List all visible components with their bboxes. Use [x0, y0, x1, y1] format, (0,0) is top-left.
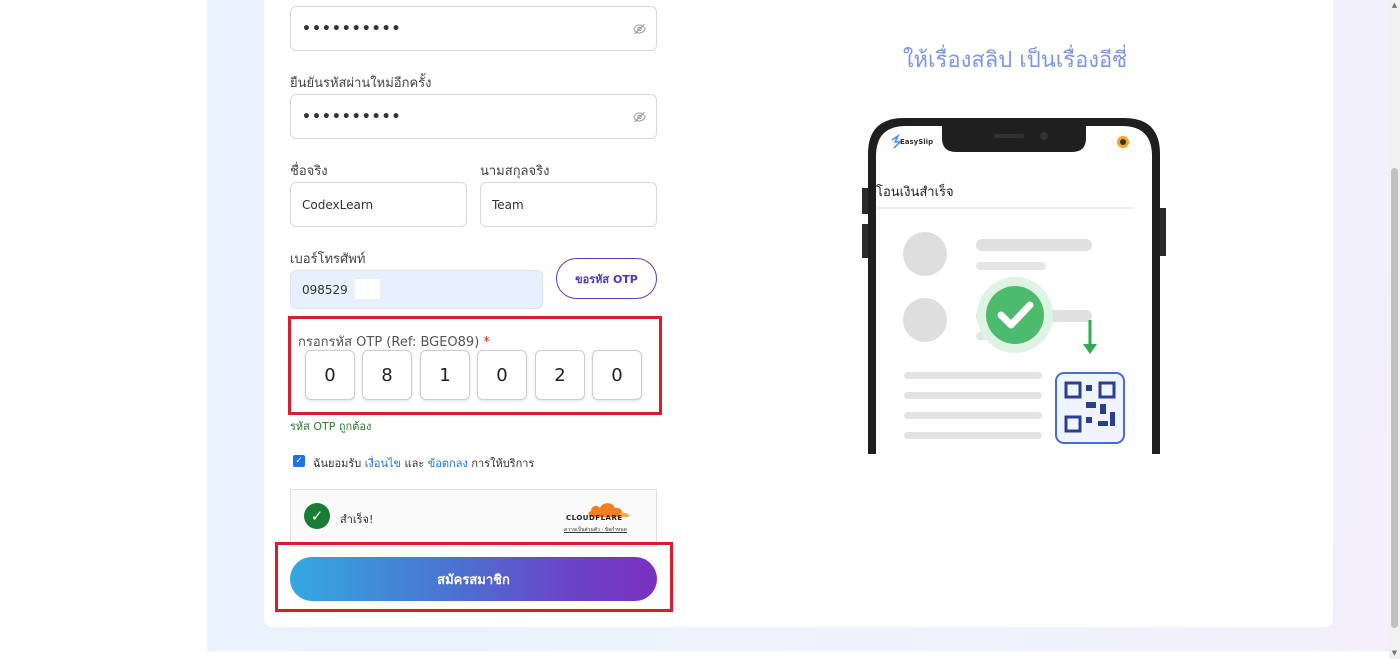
terms-link[interactable]: เงื่อนไข: [365, 457, 401, 470]
captcha-links: ความเป็นส่วนตัว · ข้อกำหนด: [564, 527, 627, 533]
page-scrollbar[interactable]: ▲ ▼: [1389, 0, 1400, 659]
confirm-password-label: ยืนยันรหัสผ่านใหม่อีกครั้ง: [290, 76, 432, 91]
last-name-field[interactable]: Team: [480, 182, 657, 227]
otp-digit-4[interactable]: 0: [477, 350, 527, 400]
page-gutter: [0, 0, 207, 659]
last-name-label: นามสกุลจริง: [480, 164, 550, 179]
eye-off-icon[interactable]: [633, 110, 646, 123]
terms-link-captcha[interactable]: ข้อกำหนด: [605, 527, 627, 533]
eye-off-icon[interactable]: [633, 22, 646, 35]
request-otp-button[interactable]: ขอรหัส OTP: [556, 258, 657, 299]
cloudflare-wordmark: CLOUDFLARE: [566, 514, 623, 522]
scroll-up-arrow-icon[interactable]: ▲: [1390, 1, 1399, 10]
password-field[interactable]: ••••••••••: [290, 6, 657, 51]
phone-illustration: [862, 118, 1166, 454]
phone-redaction: [355, 279, 380, 299]
first-name-label: ชื่อจริง: [290, 164, 328, 179]
register-button[interactable]: สมัครสมาชิก: [290, 557, 657, 601]
otp-label: กรอกรหัส OTP (Ref: BGEO89) *: [298, 335, 490, 350]
confirm-password-field[interactable]: ••••••••••: [290, 94, 657, 139]
otp-status-text: รหัส OTP ถูกต้อง: [290, 420, 372, 433]
captcha-widget[interactable]: ✓ สำเร็จ! CLOUDFLARE ความเป็นส่วนตัว · ข…: [290, 489, 657, 547]
agree-text: ฉันยอมรับ เงื่อนไข และ ข้อตกลง การให้บริ…: [313, 457, 535, 470]
first-name-field[interactable]: CodexLearn: [290, 182, 467, 227]
agreement-link[interactable]: ข้อตกลง: [428, 457, 468, 470]
promo-tagline: ให้เรื่องสลิป เป็นเรื่องอีซี่: [902, 48, 1128, 73]
otp-digit-5[interactable]: 2: [535, 350, 585, 400]
otp-digit-2[interactable]: 8: [362, 350, 412, 400]
agree-checkbox[interactable]: ✓: [293, 455, 305, 467]
otp-digit-6[interactable]: 0: [592, 350, 642, 400]
transfer-success-title: โอนเงินสำเร็จ: [876, 185, 954, 200]
scroll-down-arrow-icon[interactable]: ▼: [1390, 649, 1399, 658]
app-name: EasySlip: [900, 138, 934, 146]
otp-digit-1[interactable]: 0: [305, 350, 355, 400]
phone-label: เบอร์โทรศัพท์: [290, 252, 366, 267]
captcha-status: สำเร็จ!: [340, 513, 374, 526]
privacy-link[interactable]: ความเป็นส่วนตัว: [564, 527, 600, 533]
scroll-thumb[interactable]: [1391, 168, 1398, 628]
otp-digit-3[interactable]: 1: [420, 350, 470, 400]
footer-strip: [207, 651, 1389, 659]
phone-field[interactable]: 098529: [290, 270, 543, 309]
success-check-icon: ✓: [304, 503, 330, 529]
